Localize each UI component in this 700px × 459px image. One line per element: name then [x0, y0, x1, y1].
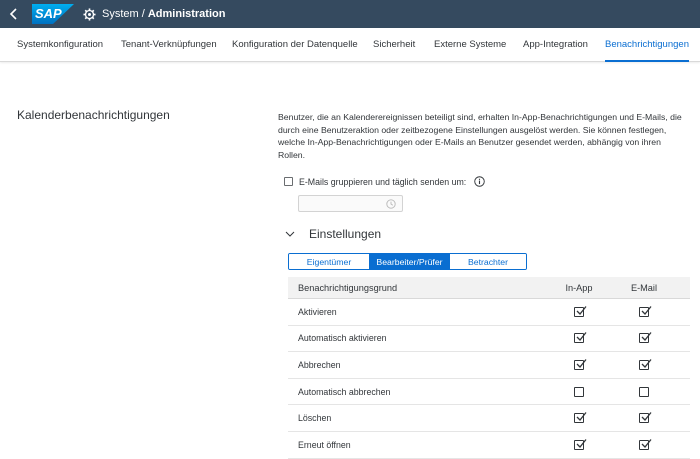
clock-icon[interactable] [386, 199, 396, 209]
email-checkbox[interactable] [639, 332, 652, 344]
inapp-checkbox[interactable] [574, 359, 587, 370]
table-body: Aktivieren Automatisch aktivieren Abbreche… [288, 299, 690, 459]
inapp-checkbox[interactable] [574, 305, 587, 317]
back-button[interactable] [0, 0, 28, 28]
gear-icon [82, 7, 96, 21]
row-email-cell [624, 299, 664, 325]
email-checkbox[interactable] [639, 412, 652, 424]
row-email-cell [624, 326, 664, 352]
role-segmented-button: Eigentümer Bearbeiter/Prüfer Betrachter [288, 253, 527, 270]
table-row: Automatisch aktivieren [288, 326, 690, 353]
row-reason: Erneut öffnen [298, 439, 351, 450]
app-title-main: Administration [147, 8, 226, 20]
row-email-cell [624, 432, 664, 458]
section-title: Kalenderbenachrichtigungen [17, 108, 170, 122]
row-reason: Automatisch abbrechen [298, 386, 391, 397]
info-icon[interactable] [474, 176, 485, 187]
settings-title: Einstellungen [309, 227, 382, 241]
table-row: Automatisch abbrechen [288, 379, 690, 406]
shell-bar: SAP System / Administration [0, 0, 700, 28]
chevron-down-icon[interactable] [284, 228, 296, 240]
row-inapp-cell [559, 405, 599, 431]
tab-tenant-verknuepfungen[interactable]: Tenant-Verknüpfungen [121, 28, 217, 62]
header-reason: Benachrichtigungsgrund [298, 282, 398, 293]
tab-datenquelle[interactable]: Konfiguration der Datenquelle [232, 28, 358, 62]
email-group-row: E-Mails gruppieren und täglich senden um… [284, 176, 485, 187]
header-email: E-Mail [630, 282, 658, 293]
sap-logo: SAP [32, 4, 74, 24]
inapp-checkbox[interactable] [574, 412, 587, 424]
chevron-left-icon [9, 8, 17, 20]
send-time-input[interactable] [298, 195, 403, 212]
role-bearbeiter-pruefer[interactable]: Bearbeiter/Prüfer [369, 254, 449, 269]
email-group-label: E-Mails gruppieren und täglich senden um… [299, 176, 467, 187]
table-row: Aktivieren [288, 299, 690, 326]
sap-logo-text: SAP [35, 6, 62, 21]
role-eigentuemer[interactable]: Eigentümer [289, 254, 369, 269]
row-email-cell [624, 379, 664, 405]
row-reason: Löschen [298, 413, 332, 424]
email-checkbox[interactable] [639, 386, 649, 397]
role-betrachter[interactable]: Betrachter [449, 254, 526, 269]
section-description: Benutzer, die an Kalenderereignissen bet… [278, 112, 682, 160]
settings-panel-header[interactable]: Einstellungen [284, 227, 381, 241]
tab-externe-systeme[interactable]: Externe Systeme [434, 28, 506, 62]
row-inapp-cell [559, 379, 599, 405]
tab-systemkonfiguration[interactable]: Systemkonfiguration [17, 28, 103, 62]
row-inapp-cell [559, 432, 599, 458]
row-email-cell [624, 405, 664, 431]
row-inapp-cell [559, 352, 599, 378]
row-email-cell [624, 352, 664, 378]
notification-table: Benachrichtigungsgrund In-App E-Mail Akt… [288, 277, 690, 459]
inapp-checkbox[interactable] [574, 386, 584, 397]
row-reason: Automatisch aktivieren [298, 333, 387, 344]
app-title-prefix: System / [102, 8, 148, 20]
row-inapp-cell [559, 299, 599, 325]
email-checkbox[interactable] [639, 438, 652, 450]
email-checkbox[interactable] [639, 305, 652, 317]
inapp-checkbox[interactable] [574, 438, 587, 450]
tab-sicherheit[interactable]: Sicherheit [373, 28, 415, 62]
row-reason: Aktivieren [298, 306, 337, 317]
row-inapp-cell [559, 326, 599, 352]
table-row: Erneut öffnen [288, 432, 690, 459]
email-checkbox[interactable] [639, 359, 652, 370]
tab-app-integration[interactable]: App-Integration [523, 28, 588, 62]
table-row: Abbrechen [288, 352, 690, 379]
row-reason: Abbrechen [298, 359, 341, 370]
tab-bar: Systemkonfiguration Tenant-Verknüpfungen… [0, 28, 700, 62]
table-row: Löschen [288, 405, 690, 432]
app-title: System / Administration [102, 8, 225, 20]
table-header: Benachrichtigungsgrund In-App E-Mail [288, 277, 690, 299]
email-group-checkbox[interactable] [284, 177, 293, 186]
tab-benachrichtigungen[interactable]: Benachrichtigungen [605, 28, 689, 62]
header-inapp: In-App [565, 282, 593, 293]
inapp-checkbox[interactable] [574, 332, 587, 344]
